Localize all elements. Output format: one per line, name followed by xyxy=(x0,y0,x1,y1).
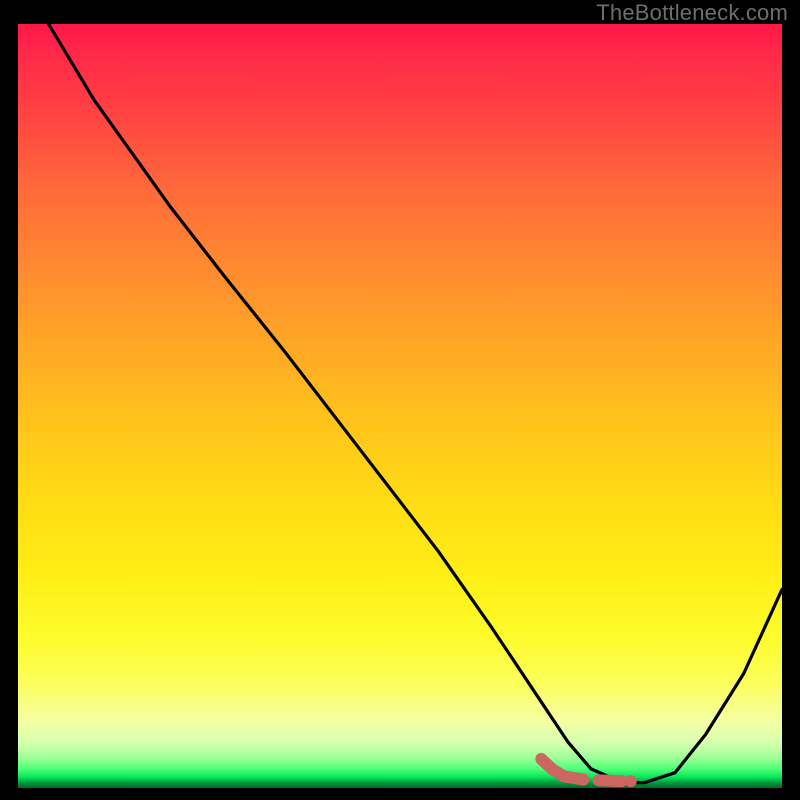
watermark-text: TheBottleneck.com xyxy=(596,0,788,26)
chart-frame xyxy=(18,24,782,788)
chart-svg xyxy=(18,24,782,788)
bottleneck-curve xyxy=(49,24,782,783)
